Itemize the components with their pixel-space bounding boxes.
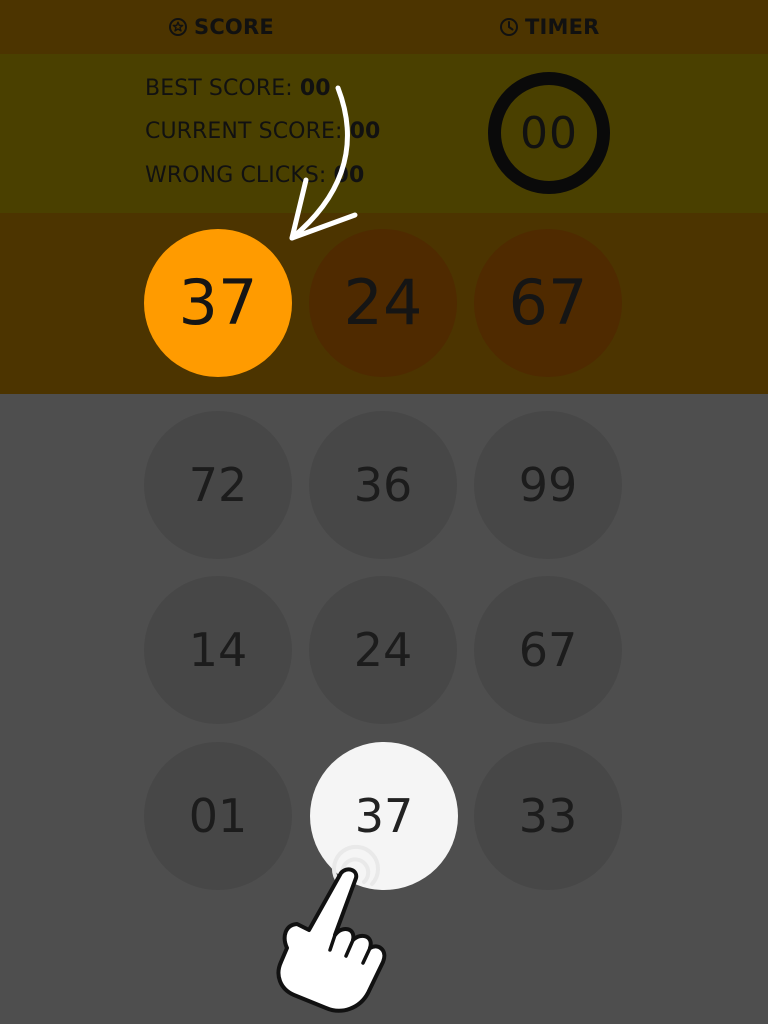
grid-number: 14: [188, 623, 248, 677]
grid-cell[interactable]: 24: [309, 576, 457, 724]
score-heading-label: SCORE: [194, 15, 274, 39]
grid-number: 72: [188, 458, 248, 512]
wrong-clicks-value: 00: [333, 163, 365, 188]
current-score-label: CURRENT SCORE:: [145, 119, 350, 144]
star-circle-icon: [168, 17, 188, 37]
grid-cell-highlighted[interactable]: 37: [310, 742, 458, 890]
grid-number: 24: [353, 623, 413, 677]
grid-cell[interactable]: 99: [474, 411, 622, 559]
best-score-value: 00: [299, 76, 331, 101]
grid-number: 36: [353, 458, 413, 512]
grid-cell[interactable]: 67: [474, 576, 622, 724]
grid-cell[interactable]: 36: [309, 411, 457, 559]
grid-cell[interactable]: 01: [144, 742, 292, 890]
clock-icon: [499, 17, 519, 37]
grid-cell[interactable]: 72: [144, 411, 292, 559]
target-number: 37: [178, 266, 258, 339]
target-ball-2: 24: [309, 229, 457, 377]
grid-cell[interactable]: 33: [474, 742, 622, 890]
current-score-value: 00: [349, 119, 381, 144]
wrong-clicks-line: WRONG CLICKS: 00: [145, 163, 364, 188]
timer-heading: TIMER: [499, 14, 600, 40]
grid-number: 67: [518, 623, 578, 677]
score-heading: SCORE: [168, 14, 274, 40]
game-screen: SCORE TIMER BEST SCORE: 00 CURRENT SCORE…: [0, 0, 768, 1024]
timer-value: 00: [520, 107, 578, 159]
timer-ring: 00: [488, 72, 610, 194]
current-score-line: CURRENT SCORE: 00: [145, 119, 380, 144]
target-ball-3: 67: [474, 229, 622, 377]
grid-number: 01: [188, 789, 248, 843]
best-score-label: BEST SCORE:: [145, 76, 300, 101]
grid-number: 37: [354, 789, 414, 843]
stats-panel: BEST SCORE: 00 CURRENT SCORE: 00 WRONG C…: [0, 54, 768, 213]
timer-heading-label: TIMER: [525, 15, 600, 39]
grid-number: 99: [518, 458, 578, 512]
best-score-line: BEST SCORE: 00: [145, 76, 331, 101]
wrong-clicks-label: WRONG CLICKS:: [145, 163, 334, 188]
grid-cell[interactable]: 14: [144, 576, 292, 724]
target-number: 67: [508, 266, 588, 339]
header-bar: SCORE TIMER: [0, 0, 768, 54]
grid-number: 33: [518, 789, 578, 843]
target-number: 24: [343, 266, 423, 339]
target-ball-1: 37: [144, 229, 292, 377]
